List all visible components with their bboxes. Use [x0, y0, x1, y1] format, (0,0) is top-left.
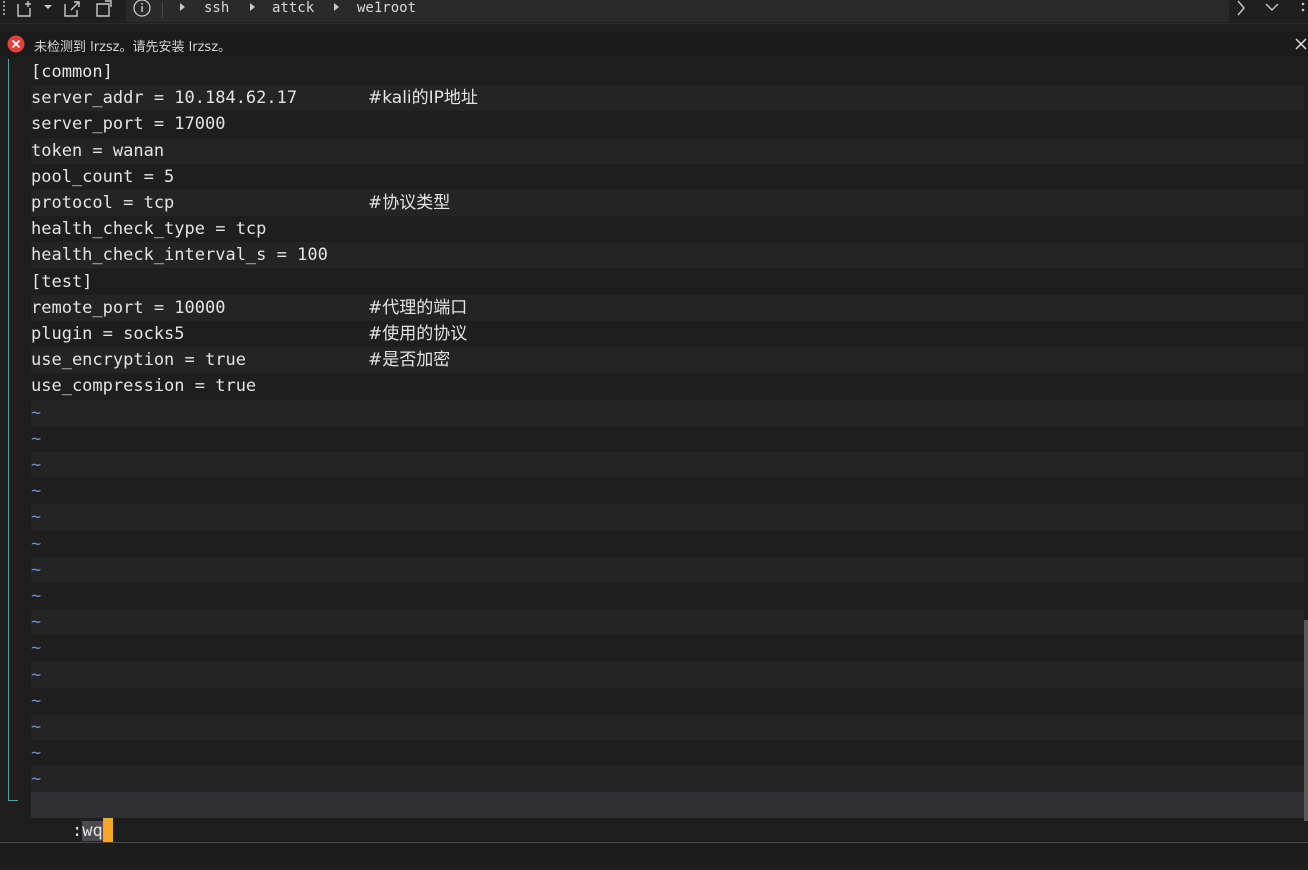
- command-line[interactable]: :wq: [31, 792, 1304, 842]
- breadcrumb-bar: ssh attck we1root: [126, 0, 1229, 22]
- empty-line-marker: ~: [31, 665, 42, 685]
- empty-line: ~: [31, 504, 1304, 530]
- empty-line: ~: [31, 740, 1304, 766]
- indent-guide-end: [8, 800, 18, 801]
- empty-line: ~: [31, 557, 1304, 583]
- chevron-down-icon[interactable]: [1264, 0, 1280, 18]
- error-icon: [7, 35, 25, 58]
- drag-handle-icon: [2, 0, 8, 18]
- command-text: wq: [82, 821, 103, 841]
- empty-line-marker: ~: [31, 743, 42, 763]
- close-icon[interactable]: [1294, 37, 1308, 56]
- empty-line: ~: [31, 688, 1304, 714]
- code-line: health_check_interval_s = 100: [31, 242, 1304, 268]
- notification-bar: 未检测到 lrzsz。请先安装 lrzsz。: [0, 31, 1308, 57]
- code-line: server_port = 17000: [31, 111, 1304, 137]
- empty-line-marker: ~: [31, 507, 42, 527]
- toolbar: ssh attck we1root: [0, 0, 1308, 24]
- code-text: [common]: [31, 62, 113, 82]
- empty-line-marker: ~: [31, 612, 42, 632]
- empty-line: ~: [31, 426, 1304, 452]
- code-line: use_encryption = true #是否加密: [31, 347, 1304, 373]
- empty-line-marker: ~: [31, 560, 42, 580]
- empty-line: ~: [31, 400, 1304, 426]
- code-text: use_encryption = true: [31, 350, 246, 370]
- chevron-right-icon[interactable]: [1234, 0, 1248, 18]
- empty-line-marker: ~: [31, 638, 42, 658]
- empty-line-marker: ~: [31, 769, 42, 789]
- code-line: plugin = socks5 #使用的协议: [31, 321, 1304, 347]
- empty-line: ~: [31, 714, 1304, 740]
- code-comment: #是否加密: [368, 350, 451, 370]
- code-line: remote_port = 10000 #代理的端口: [31, 295, 1304, 321]
- breadcrumb-attck[interactable]: attck: [272, 0, 314, 18]
- more-icon[interactable]: [1300, 0, 1306, 18]
- dropdown-icon[interactable]: [42, 0, 54, 18]
- notification-text: 未检测到 lrzsz。请先安装 lrzsz。: [34, 40, 232, 55]
- empty-line-marker: ~: [31, 691, 42, 711]
- code-comment: #代理的端口: [368, 298, 468, 318]
- code-comment: #使用的协议: [368, 324, 468, 344]
- command-prefix: :: [71, 821, 83, 841]
- new-tab-icon[interactable]: [14, 0, 36, 18]
- code-text: server_port = 17000: [31, 114, 226, 134]
- code-comment: #kali的IP地址: [368, 88, 478, 108]
- empty-line: ~: [31, 662, 1304, 688]
- code-text: plugin = socks5: [31, 324, 185, 344]
- scrollbar[interactable]: [1304, 620, 1308, 821]
- code-comment: #协议类型: [368, 193, 451, 213]
- indent-guide: [8, 59, 9, 801]
- empty-line: ~: [31, 583, 1304, 609]
- export-icon[interactable]: [62, 0, 84, 18]
- empty-line-marker: ~: [31, 586, 42, 606]
- text-cursor: [102, 818, 113, 842]
- new-file-icon[interactable]: [94, 0, 116, 18]
- code-text: [test]: [31, 272, 93, 292]
- code-text: health_check_interval_s = 100: [31, 245, 328, 265]
- status-bar: [0, 842, 1308, 864]
- code-line: [test]: [31, 269, 1304, 295]
- divider: [162, 2, 163, 18]
- empty-line: ~: [31, 478, 1304, 504]
- code-line: use_compression = true: [31, 373, 1304, 399]
- empty-line-marker: ~: [31, 429, 42, 449]
- breadcrumb-we1root[interactable]: we1root: [357, 0, 416, 18]
- code-line: protocol = tcp #协议类型: [31, 190, 1304, 216]
- breadcrumb-arrow-icon: [250, 3, 255, 11]
- code-line: health_check_type = tcp: [31, 216, 1304, 242]
- code-text: use_compression = true: [31, 376, 257, 396]
- empty-line-marker: ~: [31, 403, 42, 423]
- code-line: pool_count = 5: [31, 164, 1304, 190]
- breadcrumb-ssh[interactable]: ssh: [204, 0, 229, 18]
- code-text: server_addr = 10.184.62.17: [31, 88, 298, 108]
- code-line: server_addr = 10.184.62.17 #kali的IP地址: [31, 85, 1304, 111]
- terminal-editor[interactable]: [common] server_addr = 10.184.62.17 #kali的…: [0, 59, 1304, 842]
- breadcrumb-arrow-icon: [334, 3, 339, 11]
- code-line: [common]: [31, 59, 1304, 85]
- info-icon[interactable]: [132, 0, 152, 17]
- code-text: protocol = tcp: [31, 193, 175, 213]
- code-text: health_check_type = tcp: [31, 219, 267, 239]
- empty-line: ~: [31, 766, 1304, 792]
- code-text: remote_port = 10000: [31, 298, 226, 318]
- empty-line-marker: ~: [31, 455, 42, 475]
- empty-line-marker: ~: [31, 481, 42, 501]
- empty-line: ~: [31, 452, 1304, 478]
- code-text: token = wanan: [31, 141, 165, 161]
- empty-line-marker: ~: [31, 534, 42, 554]
- breadcrumb-arrow-icon: [180, 3, 185, 11]
- empty-line-marker: ~: [31, 717, 42, 737]
- empty-line: ~: [31, 531, 1304, 557]
- empty-line: ~: [31, 635, 1304, 661]
- code-line: token = wanan: [31, 138, 1304, 164]
- empty-line: ~: [31, 609, 1304, 635]
- code-text: pool_count = 5: [31, 167, 175, 187]
